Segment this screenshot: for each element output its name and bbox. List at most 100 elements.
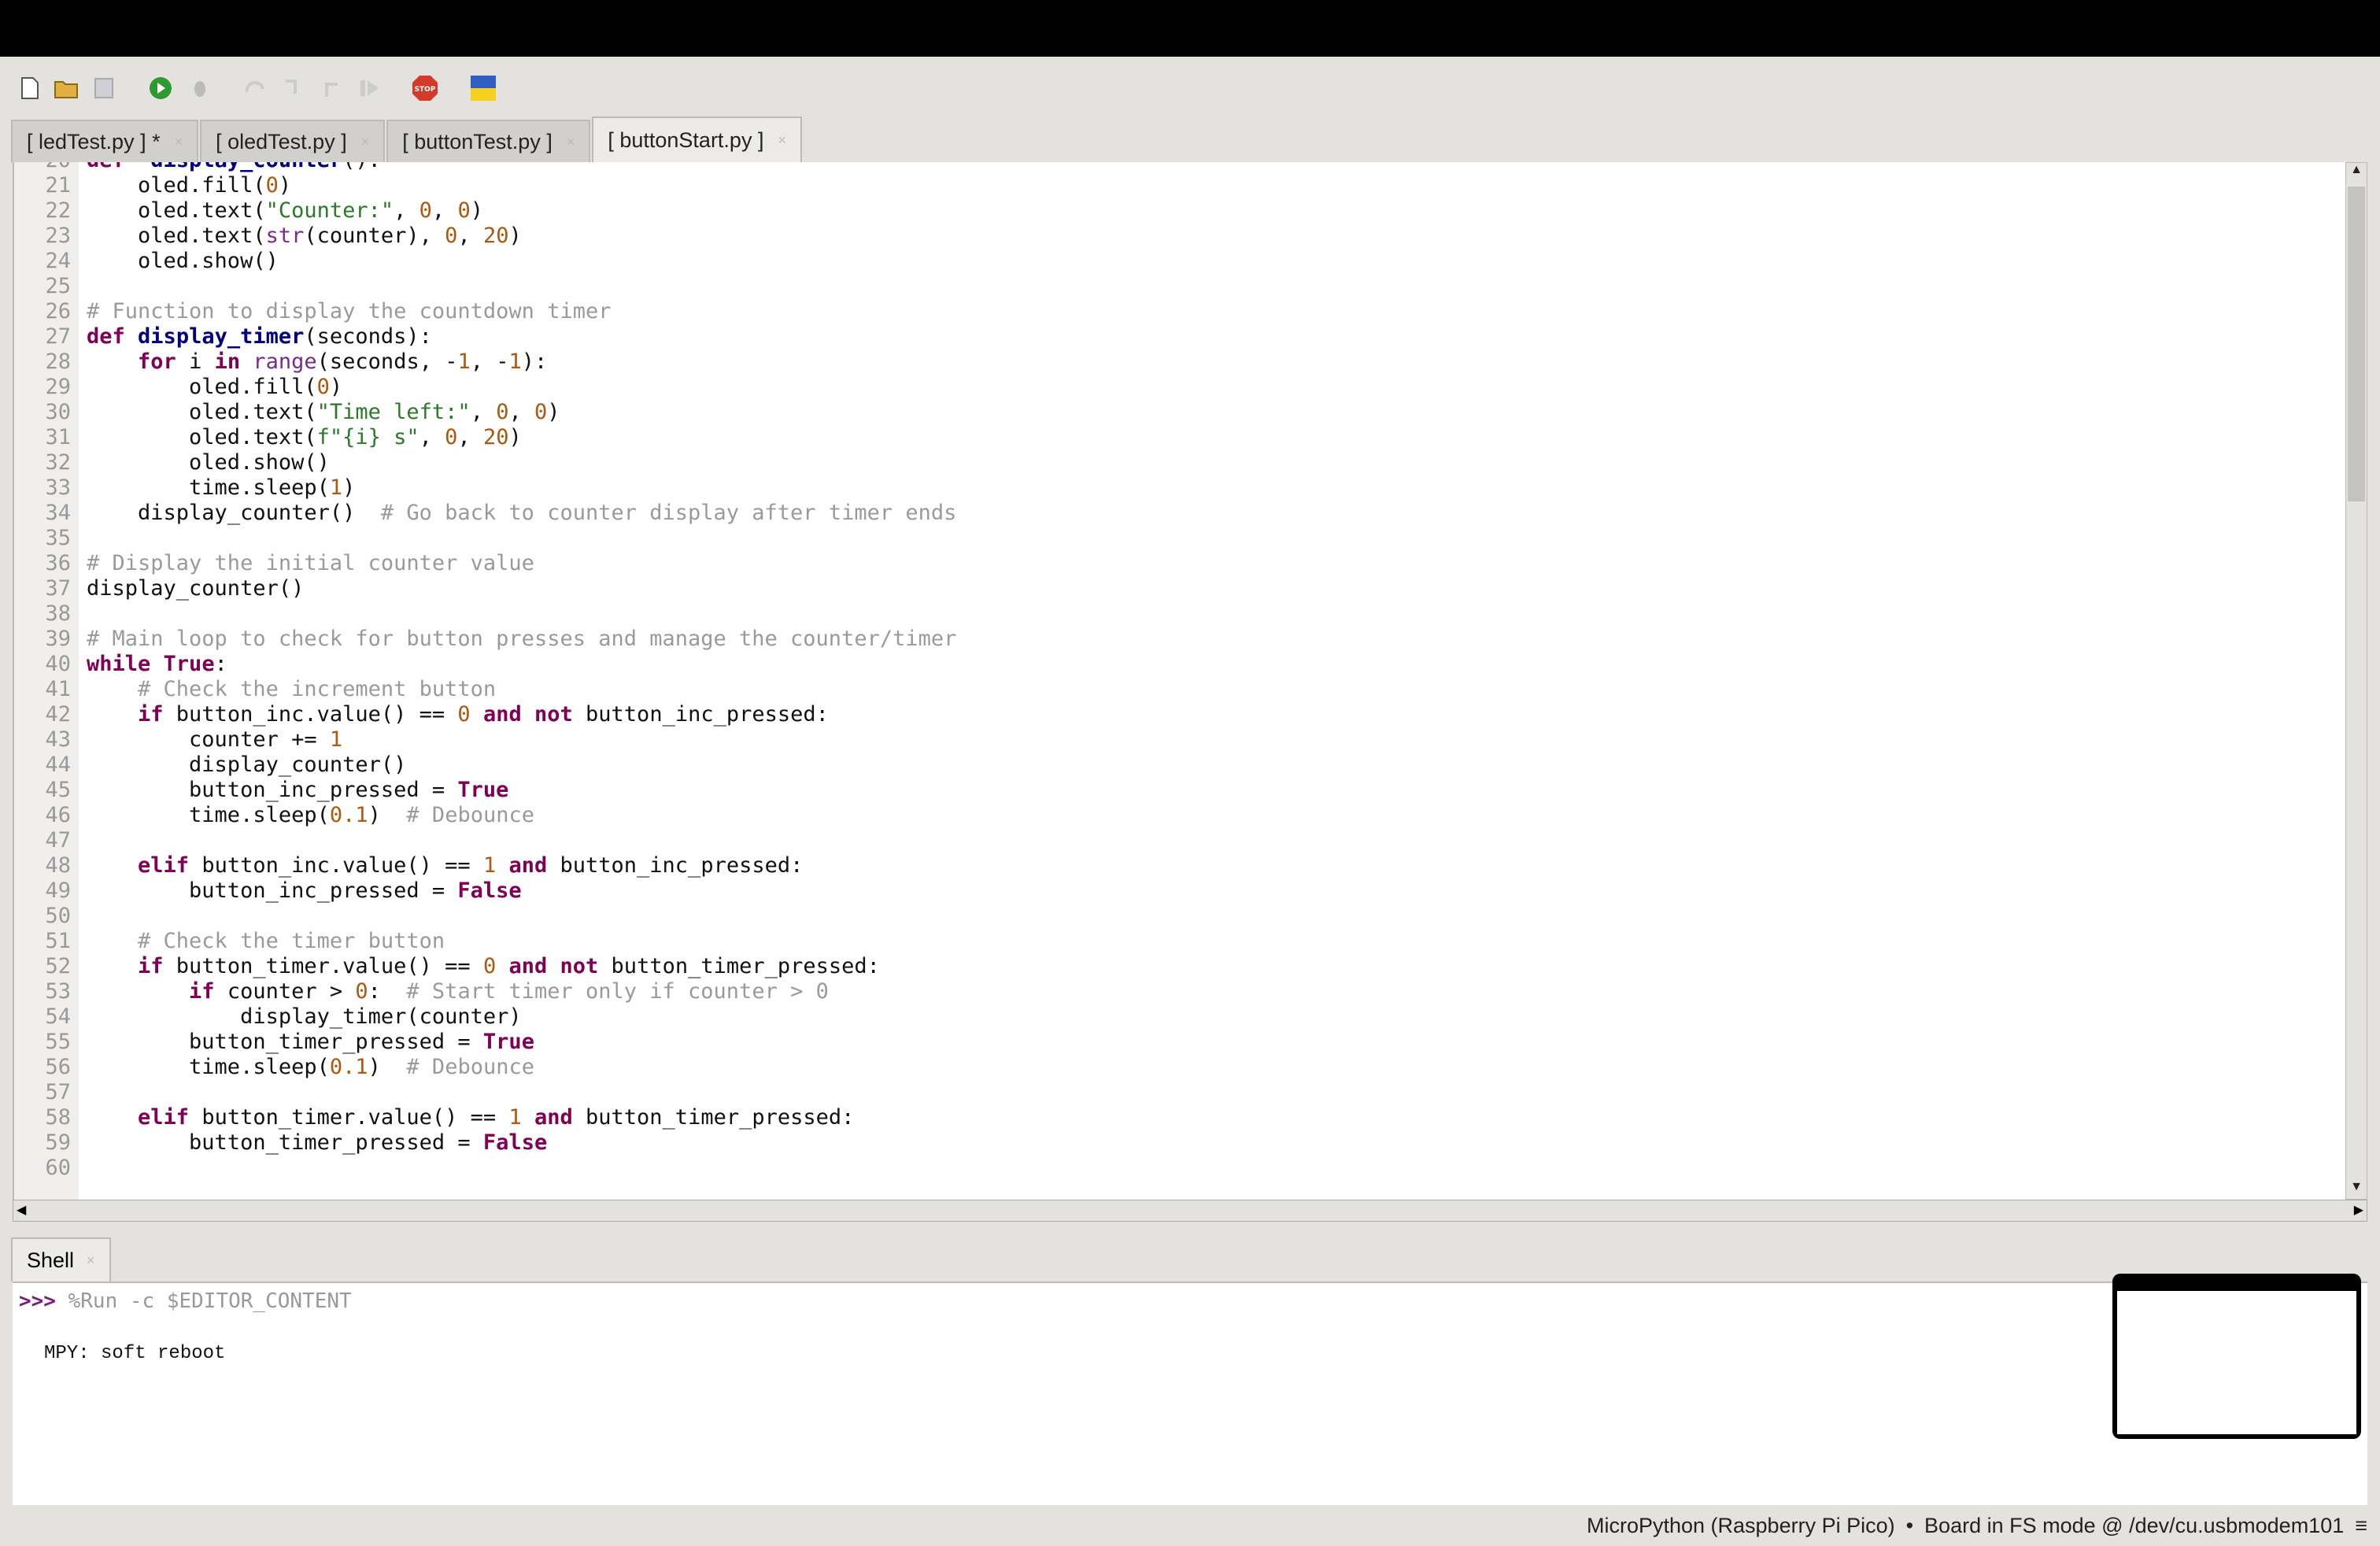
code-token: if (138, 954, 164, 978)
line-number: 31 (45, 425, 71, 449)
code-line: 58 elif button_timer.value() == 1 and bu… (14, 1105, 956, 1130)
tab-2[interactable]: [ buttonTest.py ] × (386, 120, 591, 162)
code-line: 46 time.sleep(0.1) # Debounce (14, 803, 956, 828)
line-number: 49 (45, 878, 71, 903)
ukraine-flag-icon[interactable] (469, 74, 497, 102)
code-token: # Check the increment button (138, 677, 497, 701)
line-number: 57 (45, 1080, 71, 1104)
code-token: , (457, 425, 483, 449)
code-token: elif (138, 853, 190, 878)
tab-3[interactable]: [ buttonStart.py ] × (592, 117, 802, 162)
line-number: 34 (45, 501, 71, 525)
scroll-down-icon[interactable]: ▼ (2346, 1180, 2367, 1199)
line-number: 59 (45, 1130, 71, 1155)
code-token: display_timer (138, 324, 305, 349)
open-folder-icon[interactable] (52, 74, 80, 102)
code-token: str (265, 224, 305, 248)
scroll-right-icon[interactable]: ▶ (2354, 1202, 2363, 1218)
code-token: : (214, 652, 227, 676)
code-line: 49 button_inc_pressed = False (14, 878, 956, 904)
code-editor[interactable]: 20def display_counter():21 oled.fill(0)2… (13, 162, 2345, 1200)
line-number: 36 (45, 551, 71, 575)
board-status[interactable]: Board in FS mode @ /dev/cu.usbmodem101 (1924, 1514, 2344, 1538)
line-number: 52 (45, 954, 71, 978)
code-line: 56 time.sleep(0.1) # Debounce (14, 1055, 956, 1080)
step-over-icon[interactable] (241, 74, 269, 102)
code-token: ): (521, 350, 548, 374)
tab-shell[interactable]: Shell × (11, 1237, 111, 1282)
save-icon[interactable] (90, 74, 118, 102)
code-token: elif (138, 1105, 190, 1130)
step-into-icon[interactable] (279, 74, 307, 102)
new-file-icon[interactable] (16, 74, 44, 102)
scroll-left-icon[interactable]: ◀ (17, 1202, 26, 1218)
close-icon[interactable]: × (175, 134, 183, 150)
status-separator: • (1905, 1513, 1914, 1537)
code-token: # Start timer only if counter > 0 (406, 979, 829, 1004)
code-token: oled.text( (87, 198, 266, 223)
close-icon[interactable]: × (567, 134, 575, 150)
code-token: time.sleep( (87, 1055, 330, 1079)
code-token: oled.fill( (87, 375, 317, 399)
code-token: 1 (329, 475, 343, 500)
shell-console[interactable]: >>> %Run -c $EDITOR_CONTENT MPY: soft re… (13, 1282, 2367, 1505)
code-line: 27 def display_timer(seconds): (14, 324, 956, 350)
code-token: # Go back to counter display after timer… (380, 501, 957, 525)
line-number: 23 (45, 224, 71, 248)
line-number: 50 (45, 904, 71, 928)
step-out-icon[interactable] (318, 74, 346, 102)
stop-icon[interactable]: STOP (411, 74, 439, 102)
code-token: "Time left:" (316, 400, 471, 424)
code-token: not (534, 702, 573, 727)
run-icon[interactable] (146, 74, 175, 102)
code-token: 20 (482, 224, 509, 248)
code-token: # Function to display the countdown time… (87, 299, 612, 324)
status-bar: MicroPython (Raspberry Pi Pico) • Board … (1587, 1505, 2367, 1546)
shell-prompt: >>> (19, 1289, 56, 1313)
code-token: , (394, 198, 419, 223)
code-line: 38 (14, 601, 956, 627)
debug-icon[interactable] (186, 74, 214, 102)
tab-1[interactable]: [ oledTest.py ] × (200, 120, 386, 162)
tab-0[interactable]: [ ledTest.py ] * × (11, 120, 199, 162)
code-line: 37 display_counter() (14, 576, 956, 601)
scrollbar-thumb[interactable] (2348, 187, 2365, 501)
code-token: def (87, 162, 125, 172)
menu-icon[interactable]: ≡ (2355, 1514, 2367, 1538)
window-preview-thumbnail[interactable] (2112, 1274, 2361, 1439)
code-line: 57 (14, 1080, 956, 1105)
editor-vertical-scrollbar[interactable]: ▲ ▼ (2345, 162, 2367, 1200)
interpreter-label[interactable]: MicroPython (Raspberry Pi Pico) (1587, 1514, 1895, 1538)
resume-icon[interactable] (356, 74, 384, 102)
tab-label: [ ledTest.py ] * (27, 129, 161, 153)
code-token: ) (508, 425, 522, 449)
scroll-up-icon[interactable]: ▲ (2346, 163, 2367, 182)
code-token: if (138, 702, 164, 727)
code-token: i (176, 350, 215, 374)
code-token: ) (329, 375, 343, 399)
code-token: button_inc.value() == (189, 853, 483, 878)
code-token: True (482, 1030, 534, 1054)
editor-horizontal-scrollbar[interactable]: ◀ ▶ (13, 1200, 2367, 1222)
close-icon[interactable]: × (87, 1252, 95, 1269)
line-number: 30 (45, 400, 71, 424)
code-line: 45 button_inc_pressed = True (14, 778, 956, 803)
line-number: 29 (45, 375, 71, 399)
code-token: # Debounce (406, 1055, 534, 1079)
shell-tab-label: Shell (27, 1248, 75, 1272)
close-icon[interactable]: × (361, 134, 370, 150)
code-line: 55 button_timer_pressed = True (14, 1030, 956, 1055)
code-line: 44 display_counter() (14, 753, 956, 778)
line-number: 25 (45, 274, 71, 298)
close-icon[interactable]: × (778, 132, 786, 149)
line-number: 44 (45, 753, 71, 777)
code-token: display_counter() (87, 501, 381, 525)
code-line: 29 oled.fill(0) (14, 375, 956, 400)
code-line: 40 while True: (14, 652, 956, 677)
